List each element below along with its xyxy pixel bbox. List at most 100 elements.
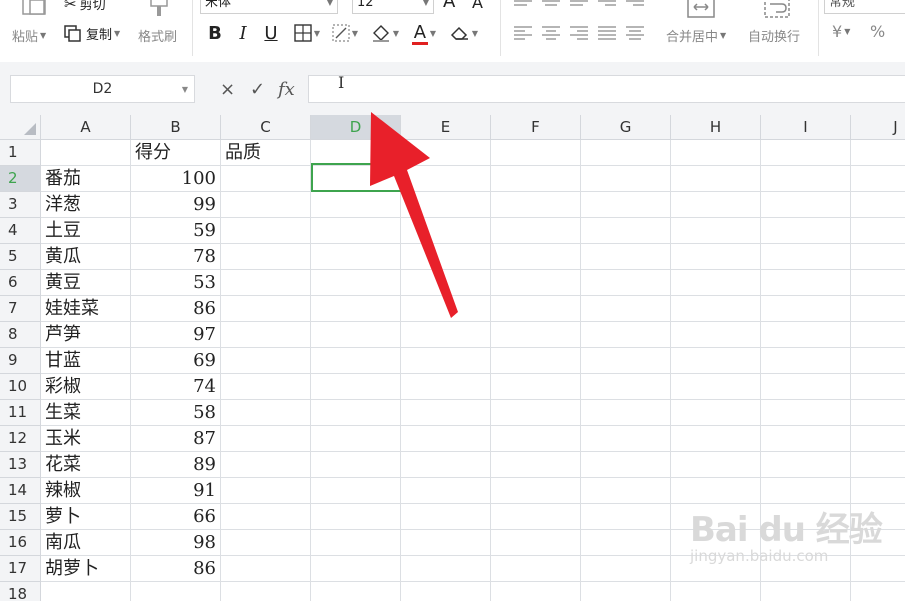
cell-e1[interactable]	[401, 140, 491, 166]
cell-h11[interactable]	[671, 400, 761, 426]
cell-f2[interactable]	[491, 166, 581, 192]
cell-a16[interactable]: 南瓜	[41, 530, 131, 556]
column-header-b[interactable]: B	[131, 115, 221, 140]
cell-i13[interactable]	[761, 452, 851, 478]
cell-e2[interactable]	[401, 166, 491, 192]
cell-c2[interactable]	[221, 166, 311, 192]
cell-a14[interactable]: 辣椒	[41, 478, 131, 504]
row-header[interactable]: 11	[0, 400, 41, 426]
cell-b14[interactable]: 91	[131, 478, 221, 504]
font-size-select[interactable]: 12 ▼	[352, 0, 434, 14]
align-middle-icon[interactable]	[542, 0, 560, 8]
row-header[interactable]: 4	[0, 218, 41, 244]
cell-e14[interactable]	[401, 478, 491, 504]
cell-f17[interactable]	[491, 556, 581, 582]
cell-h13[interactable]	[671, 452, 761, 478]
cell-c12[interactable]	[221, 426, 311, 452]
cell-j8[interactable]	[851, 322, 905, 348]
cancel-edit-button[interactable]: ×	[220, 76, 235, 102]
justify-icon[interactable]	[598, 24, 616, 42]
cell-g3[interactable]	[581, 192, 671, 218]
cell-f3[interactable]	[491, 192, 581, 218]
format-painter-icon[interactable]	[148, 0, 170, 18]
cell-h4[interactable]	[671, 218, 761, 244]
cell-g5[interactable]	[581, 244, 671, 270]
cell-g17[interactable]	[581, 556, 671, 582]
name-box[interactable]: D2 ▼	[10, 75, 195, 103]
cell-i8[interactable]	[761, 322, 851, 348]
cell-c9[interactable]	[221, 348, 311, 374]
percent-button[interactable]: %	[870, 22, 885, 41]
cell-g7[interactable]	[581, 296, 671, 322]
cell-b4[interactable]: 59	[131, 218, 221, 244]
cell-a1[interactable]	[41, 140, 131, 166]
cell-d6[interactable]	[311, 270, 401, 296]
cell-d17[interactable]	[311, 556, 401, 582]
font-name-select[interactable]: 宋体 ▼	[200, 0, 338, 14]
cell-h18[interactable]	[671, 582, 761, 601]
cell-j12[interactable]	[851, 426, 905, 452]
cell-e18[interactable]	[401, 582, 491, 601]
row-header[interactable]: 8	[0, 322, 41, 348]
cell-d9[interactable]	[311, 348, 401, 374]
cell-g12[interactable]	[581, 426, 671, 452]
cell-h3[interactable]	[671, 192, 761, 218]
cell-f1[interactable]	[491, 140, 581, 166]
cell-d5[interactable]	[311, 244, 401, 270]
cell-g15[interactable]	[581, 504, 671, 530]
align-top-icon[interactable]	[514, 0, 532, 8]
cell-a9[interactable]: 甘蓝	[41, 348, 131, 374]
row-header[interactable]: 10	[0, 374, 41, 400]
cell-c14[interactable]	[221, 478, 311, 504]
cell-c7[interactable]	[221, 296, 311, 322]
cell-i10[interactable]	[761, 374, 851, 400]
cell-d11[interactable]	[311, 400, 401, 426]
cell-j15[interactable]	[851, 504, 905, 530]
cell-j4[interactable]	[851, 218, 905, 244]
cell-c6[interactable]	[221, 270, 311, 296]
paste-button[interactable]: 粘贴 ▼	[12, 26, 46, 45]
cell-j2[interactable]	[851, 166, 905, 192]
align-bottom-icon[interactable]	[570, 0, 588, 8]
cell-e11[interactable]	[401, 400, 491, 426]
cell-i1[interactable]	[761, 140, 851, 166]
cell-f9[interactable]	[491, 348, 581, 374]
row-header[interactable]: 17	[0, 556, 41, 582]
cell-f5[interactable]	[491, 244, 581, 270]
cell-d2[interactable]	[311, 166, 401, 192]
row-header[interactable]: 9	[0, 348, 41, 374]
cell-e15[interactable]	[401, 504, 491, 530]
cell-h17[interactable]	[671, 556, 761, 582]
confirm-edit-button[interactable]: ✓	[250, 76, 265, 102]
cell-j9[interactable]	[851, 348, 905, 374]
cell-g2[interactable]	[581, 166, 671, 192]
row-header[interactable]: 13	[0, 452, 41, 478]
cell-a11[interactable]: 生菜	[41, 400, 131, 426]
cell-e10[interactable]	[401, 374, 491, 400]
cell-h9[interactable]	[671, 348, 761, 374]
number-format-select[interactable]: 常规	[824, 0, 905, 14]
cell-c13[interactable]	[221, 452, 311, 478]
cell-g11[interactable]	[581, 400, 671, 426]
cell-f7[interactable]	[491, 296, 581, 322]
cell-g4[interactable]	[581, 218, 671, 244]
cell-i18[interactable]	[761, 582, 851, 601]
cell-a18[interactable]	[41, 582, 131, 601]
cell-b16[interactable]: 98	[131, 530, 221, 556]
currency-button[interactable]: ¥ ▼	[832, 22, 850, 41]
wrap-text-icon[interactable]	[764, 0, 790, 18]
cell-j18[interactable]	[851, 582, 905, 601]
cell-j6[interactable]	[851, 270, 905, 296]
cell-g10[interactable]	[581, 374, 671, 400]
cell-d16[interactable]	[311, 530, 401, 556]
cell-f10[interactable]	[491, 374, 581, 400]
italic-button[interactable]: I	[232, 21, 254, 45]
cell-b3[interactable]: 99	[131, 192, 221, 218]
cell-e13[interactable]	[401, 452, 491, 478]
cell-b15[interactable]: 66	[131, 504, 221, 530]
cell-e17[interactable]	[401, 556, 491, 582]
cell-d1[interactable]	[311, 140, 401, 166]
cell-i16[interactable]	[761, 530, 851, 556]
row-header[interactable]: 6	[0, 270, 41, 296]
cell-a12[interactable]: 玉米	[41, 426, 131, 452]
